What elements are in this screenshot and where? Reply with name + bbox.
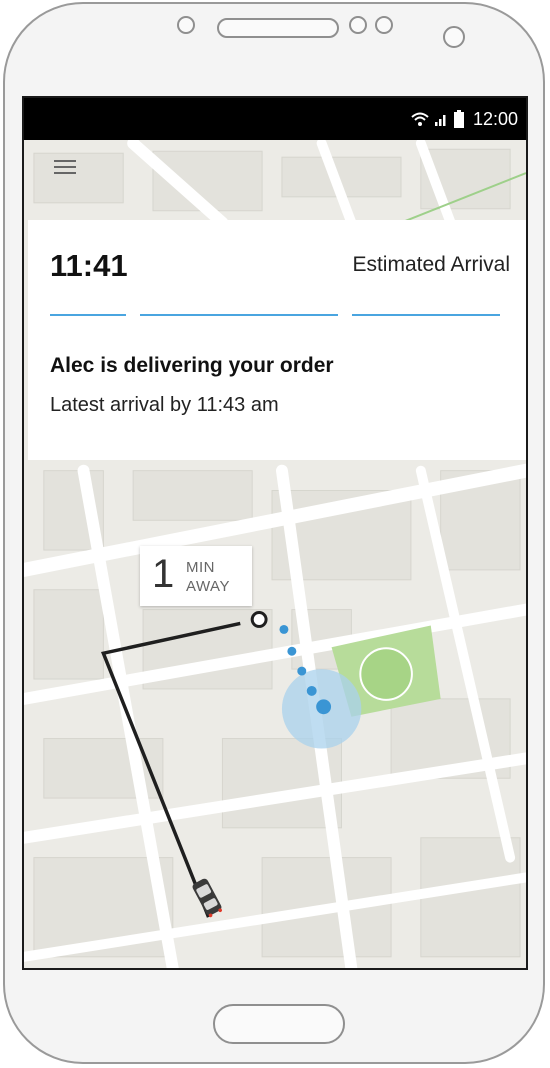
progress-segment-3 — [352, 314, 500, 316]
route-origin-dot — [250, 611, 268, 628]
minutes-away-badge: 1 MIN AWAY — [140, 546, 252, 606]
menu-hamburger-icon[interactable] — [54, 160, 76, 178]
proximity-sensor — [443, 26, 465, 48]
delivery-title: Alec is delivering your order — [50, 354, 334, 377]
status-bar: 12:00 — [24, 98, 526, 140]
progress-segment-2 — [140, 314, 338, 316]
minutes-away-number: 1 — [152, 552, 175, 596]
status-time: 12:00 — [472, 109, 518, 129]
sensor-dot — [349, 16, 367, 34]
wifi-icon — [411, 112, 429, 126]
minutes-away-unit-line1: MIN — [186, 559, 215, 576]
status-icons — [411, 110, 464, 128]
destination-location-dot — [316, 699, 332, 715]
progress-segment-1 — [50, 314, 126, 316]
front-camera — [177, 16, 195, 34]
eta-label: Estimated Arrival — [352, 253, 510, 276]
minutes-away-unit: MIN AWAY — [186, 558, 230, 596]
delivery-subtitle: Latest arrival by 11:43 am — [50, 394, 279, 416]
earpiece-speaker — [217, 18, 339, 38]
battery-icon — [454, 110, 464, 128]
home-button[interactable] — [213, 1004, 345, 1044]
minutes-away-unit-line2: AWAY — [186, 578, 230, 595]
screen: 12:00 11:41 Estimated Arrival Alec is de… — [22, 96, 528, 970]
eta-time: 11:41 — [50, 248, 128, 283]
delivery-info-card: 11:41 Estimated Arrival Alec is deliveri… — [28, 220, 526, 460]
sensor-dot — [375, 16, 393, 34]
signal-icon — [434, 115, 446, 126]
